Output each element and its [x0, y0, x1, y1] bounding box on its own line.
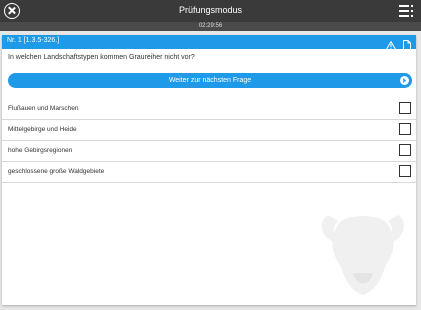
warning-icon[interactable] [385, 37, 397, 55]
answer-checkbox[interactable] [399, 123, 411, 135]
question-card: Nr. 1 [1.3.5-326.] In welchen Landschaft… [2, 35, 416, 305]
answer-checkbox[interactable] [399, 144, 411, 156]
question-number: Nr. 1 [1.3.5-326.] [7, 37, 60, 44]
answer-option[interactable]: Mittelgebirge und Heide [2, 120, 416, 141]
answer-label: Flußauen und Marschen [8, 105, 79, 112]
question-text: In welchen Landschaftstypen kommen Graur… [8, 54, 195, 61]
answer-list: Flußauen und Marschen Mittelgebirge und … [2, 99, 416, 183]
timer-display: 02:29:56 [198, 23, 223, 29]
timer-bar: 02:29:56 [0, 22, 421, 31]
arrow-right-icon [400, 76, 409, 91]
answer-label: Mittelgebirge und Heide [8, 126, 77, 133]
answer-option[interactable]: hohe Gebirgsregionen [2, 141, 416, 162]
answer-label: hohe Gebirgsregionen [8, 147, 73, 154]
buffalo-watermark-icon [322, 215, 404, 295]
answer-label: geschlossene große Waldgebiete [8, 168, 105, 175]
answer-option[interactable]: Flußauen und Marschen [2, 99, 416, 120]
document-icon[interactable] [403, 37, 411, 55]
question-header: Nr. 1 [1.3.5-326.] [2, 35, 416, 50]
answer-checkbox[interactable] [399, 102, 411, 114]
answer-checkbox[interactable] [399, 165, 411, 177]
answer-option[interactable]: geschlossene große Waldgebiete [2, 162, 416, 183]
page-title: Prüfungsmodus [178, 5, 243, 15]
next-question-button[interactable]: Weiter zur nächsten Frage [8, 73, 412, 88]
menu-icon[interactable] [399, 4, 414, 18]
next-question-label: Weiter zur nächsten Frage [168, 77, 252, 84]
top-bar: Prüfungsmodus [0, 0, 421, 22]
